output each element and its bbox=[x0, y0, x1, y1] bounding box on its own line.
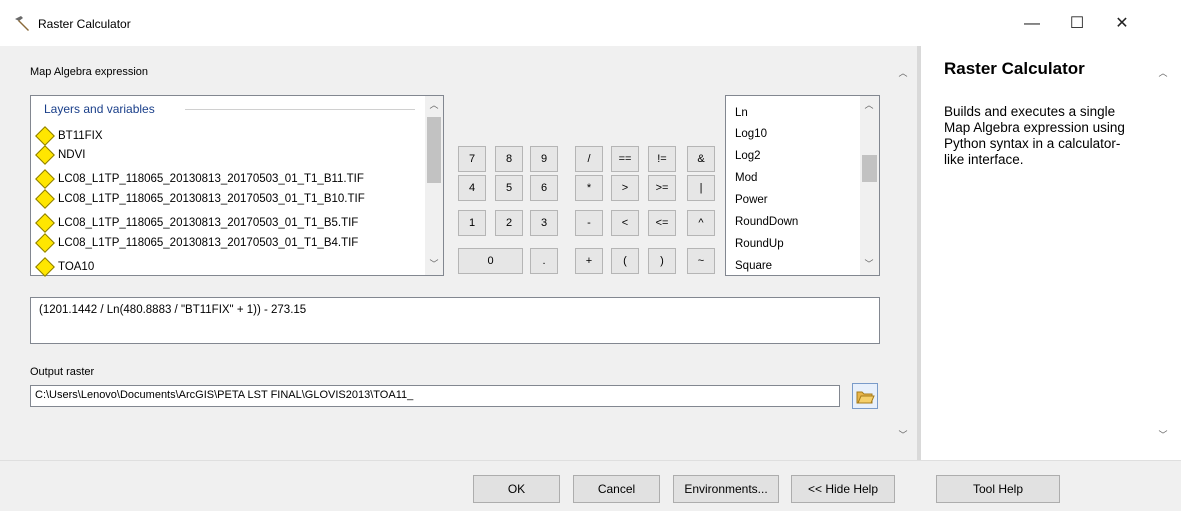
chevron-up-icon[interactable]: ︿ bbox=[428, 98, 440, 111]
function-item[interactable]: Ln bbox=[735, 107, 748, 119]
layer-name: LC08_L1TP_118065_20130813_20170503_01_T1… bbox=[58, 193, 365, 205]
raster-layer-diamond-icon bbox=[35, 145, 55, 165]
cancel-button[interactable]: Cancel bbox=[573, 475, 660, 503]
title-bar: Raster Calculator — ☐ ✕ bbox=[0, 0, 1181, 46]
raster-layer-diamond-icon bbox=[35, 233, 55, 253]
layer-item-bt11fix[interactable]: BT11FIX bbox=[35, 126, 103, 146]
calc-2-button[interactable]: 2 bbox=[495, 210, 523, 236]
layer-name: LC08_L1TP_118065_20130813_20170503_01_T1… bbox=[58, 173, 364, 185]
calc-and-button[interactable]: & bbox=[687, 146, 715, 172]
functions-scroll-thumb[interactable] bbox=[862, 155, 877, 182]
panel-scroll-up-icon[interactable]: ︿ bbox=[897, 66, 909, 79]
calc-multiply-button[interactable]: * bbox=[575, 175, 603, 201]
help-scroll-down-icon[interactable]: ﹀ bbox=[1157, 428, 1169, 441]
output-raster-field[interactable]: C:\Users\Lenovo\Documents\ArcGIS\PETA LS… bbox=[30, 385, 840, 407]
map-algebra-label: Map Algebra expression bbox=[30, 66, 149, 78]
hide-help-button[interactable]: << Hide Help bbox=[791, 475, 895, 503]
calc-divide-button[interactable]: / bbox=[575, 146, 603, 172]
calc-close-paren-button[interactable]: ) bbox=[648, 248, 676, 274]
calc-not-equal-button[interactable]: != bbox=[648, 146, 676, 172]
help-description: Builds and executes a single Map Algebra… bbox=[944, 104, 1125, 167]
layer-item-b4[interactable]: LC08_L1TP_118065_20130813_20170503_01_T1… bbox=[35, 233, 359, 253]
chevron-down-icon[interactable]: ﹀ bbox=[428, 257, 440, 270]
calc-open-paren-button[interactable]: ( bbox=[611, 248, 639, 274]
layers-header: Layers and variables bbox=[44, 102, 155, 116]
maximize-button[interactable]: ☐ bbox=[1055, 10, 1099, 38]
calc-4-button[interactable]: 4 bbox=[458, 175, 486, 201]
chevron-up-icon[interactable]: ︿ bbox=[863, 98, 875, 111]
ok-button[interactable]: OK bbox=[473, 475, 560, 503]
raster-layer-diamond-icon bbox=[35, 189, 55, 209]
layer-name: TOA10 bbox=[58, 261, 95, 273]
environments-button[interactable]: Environments... bbox=[673, 475, 779, 503]
function-item[interactable]: Log2 bbox=[735, 150, 761, 162]
browse-button[interactable] bbox=[852, 383, 878, 409]
layer-name: BT11FIX bbox=[58, 130, 103, 142]
calc-3-button[interactable]: 3 bbox=[530, 210, 558, 236]
calc-not-button[interactable]: ~ bbox=[687, 248, 715, 274]
functions-scrollbar[interactable] bbox=[860, 96, 879, 275]
layers-scroll-thumb[interactable] bbox=[427, 117, 441, 183]
calc-plus-button[interactable]: + bbox=[575, 248, 603, 274]
layers-header-divider bbox=[185, 109, 415, 110]
function-item[interactable]: RoundDown bbox=[735, 216, 798, 228]
layer-name: LC08_L1TP_118065_20130813_20170503_01_T1… bbox=[58, 217, 359, 229]
calc-minus-button[interactable]: - bbox=[575, 210, 603, 236]
layer-item-b5[interactable]: LC08_L1TP_118065_20130813_20170503_01_T1… bbox=[35, 213, 359, 233]
output-raster-label: Output raster bbox=[30, 366, 95, 378]
calc-greater-equal-button[interactable]: >= bbox=[648, 175, 676, 201]
hammer-icon bbox=[15, 16, 29, 31]
function-item[interactable]: Square bbox=[735, 260, 772, 272]
calc-5-button[interactable]: 5 bbox=[495, 175, 523, 201]
tool-help-button[interactable]: Tool Help bbox=[936, 475, 1060, 503]
help-title: Raster Calculator bbox=[944, 59, 1085, 78]
layer-item-b11[interactable]: LC08_L1TP_118065_20130813_20170503_01_T1… bbox=[35, 169, 364, 189]
panel-scroll-down-icon[interactable]: ﹀ bbox=[897, 428, 909, 441]
calc-8-button[interactable]: 8 bbox=[495, 146, 523, 172]
raster-layer-diamond-icon bbox=[35, 213, 55, 233]
layer-name: NDVI bbox=[58, 149, 86, 161]
calc-equal-button[interactable]: == bbox=[611, 146, 639, 172]
close-button[interactable]: ✕ bbox=[1100, 10, 1144, 38]
calc-decimal-button[interactable]: . bbox=[530, 248, 558, 274]
folder-open-icon bbox=[856, 391, 875, 404]
layer-item-ndvi[interactable]: NDVI bbox=[35, 145, 86, 165]
calc-7-button[interactable]: 7 bbox=[458, 146, 486, 172]
calc-xor-button[interactable]: ^ bbox=[687, 210, 715, 236]
expression-textbox[interactable]: (1201.1442 / Ln(480.8883 / "BT11FIX" + 1… bbox=[30, 297, 880, 344]
chevron-down-icon[interactable]: ﹀ bbox=[863, 257, 875, 270]
calc-6-button[interactable]: 6 bbox=[530, 175, 558, 201]
calc-less-button[interactable]: < bbox=[611, 210, 639, 236]
layer-item-toa10[interactable]: TOA10 bbox=[35, 257, 95, 277]
layer-name: LC08_L1TP_118065_20130813_20170503_01_T1… bbox=[58, 237, 359, 249]
minimize-button[interactable]: — bbox=[1010, 10, 1054, 38]
function-item[interactable]: Power bbox=[735, 194, 768, 206]
calc-or-button[interactable]: | bbox=[687, 175, 715, 201]
raster-layer-diamond-icon bbox=[35, 126, 55, 146]
function-item[interactable]: Log10 bbox=[735, 128, 767, 140]
layer-item-b10[interactable]: LC08_L1TP_118065_20130813_20170503_01_T1… bbox=[35, 189, 365, 209]
calc-greater-button[interactable]: > bbox=[611, 175, 639, 201]
help-scroll-up-icon[interactable]: ︿ bbox=[1157, 66, 1169, 79]
calc-1-button[interactable]: 1 bbox=[458, 210, 486, 236]
raster-layer-diamond-icon bbox=[35, 257, 55, 277]
calc-less-equal-button[interactable]: <= bbox=[648, 210, 676, 236]
function-item[interactable]: RoundUp bbox=[735, 238, 784, 250]
calc-9-button[interactable]: 9 bbox=[530, 146, 558, 172]
calc-0-button[interactable]: 0 bbox=[458, 248, 523, 274]
function-item[interactable]: Mod bbox=[735, 172, 757, 184]
raster-layer-diamond-icon bbox=[35, 169, 55, 189]
window-title: Raster Calculator bbox=[38, 17, 131, 31]
